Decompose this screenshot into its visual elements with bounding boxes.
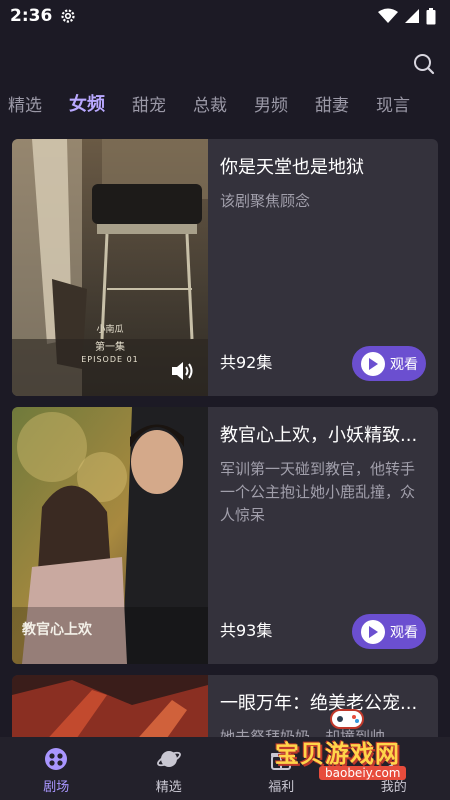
drama-card[interactable]: 教官心上欢 教官心上欢，小妖精致... 军训第一天碰到教官，他转手一个公主抱让她… [12,407,438,664]
nav-theater-label: 剧场 [43,780,70,795]
watermark-url: baobeiy.com [319,766,407,780]
battery-icon [426,7,436,24]
drama-title: 教官心上欢，小妖精致... [220,425,418,446]
drama-card[interactable]: 小南瓜 第一集 EPISODE 01 你是天堂也是地狱 该剧聚焦顾念 共92集 … [12,139,438,396]
tab-tianchong[interactable]: 甜宠 [124,91,166,116]
planet-icon [156,751,181,767]
drama-cover[interactable] [12,675,208,745]
status-icons [378,7,436,25]
drama-list: 小南瓜 第一集 EPISODE 01 你是天堂也是地狱 该剧聚焦顾念 共92集 … [12,139,438,756]
watch-button-label: 观看 [390,356,418,373]
tab-tianqi[interactable]: 甜妻 [307,91,349,116]
tab-nanpin[interactable]: 男频 [246,91,288,116]
watch-button[interactable]: 观看 [352,346,426,381]
tab-zongcai[interactable]: 总裁 [185,91,227,116]
cover-title-art: 教官心上欢 [22,622,92,638]
gamepad-icon [330,709,364,729]
cover-image [12,675,208,745]
tab-jingxuan[interactable]: 精选 [0,91,42,116]
episode-count: 共93集 [220,621,273,640]
nav-featured-label: 精选 [155,780,182,795]
watermark-text: 宝贝游戏网 [275,740,400,768]
drama-description: 该剧聚焦顾念 [220,192,311,210]
nav-featured[interactable]: 精选 [113,737,226,800]
tab-nvpin[interactable]: 女频 [61,90,105,116]
settings-gear-icon [61,9,75,23]
drama-info: 你是天堂也是地狱 该剧聚焦顾念 共92集 观看 [220,139,428,396]
episode-count: 共92集 [220,353,273,372]
play-icon [361,619,385,644]
wifi-icon [378,8,398,23]
play-icon [361,351,385,376]
cover-caption-name: 小南瓜 [96,325,124,335]
watermark-logo: 宝贝游戏网 baobeiy.com [275,700,450,780]
tab-xianyan[interactable]: 现言 [368,91,410,116]
watch-button-label: 观看 [390,624,418,641]
status-bar: 2:36 [0,0,450,32]
status-time: 2:36 [10,6,53,26]
drama-cover[interactable]: 小南瓜 第一集 EPISODE 01 [12,139,208,396]
drama-title: 你是天堂也是地狱 [220,157,364,178]
cover-caption-episode: 第一集 [95,342,125,353]
sound-icon[interactable] [170,360,196,382]
drama-info: 教官心上欢，小妖精致... 军训第一天碰到教官，他转手一个公主抱让她小鹿乱撞，众… [220,407,428,664]
watch-button[interactable]: 观看 [352,614,426,649]
top-bar [0,48,450,82]
theater-icon [45,748,68,770]
category-tabs: 精选 女频 甜宠 总裁 男频 甜妻 现言 [0,86,450,120]
search-icon[interactable] [412,52,436,76]
drama-cover[interactable]: 教官心上欢 [12,407,208,664]
nav-theater[interactable]: 剧场 [0,737,113,800]
drama-description: 军训第一天碰到教官，他转手一个公主抱让她小鹿乱撞，众人惊呆 [220,460,416,524]
signal-icon [405,9,419,23]
